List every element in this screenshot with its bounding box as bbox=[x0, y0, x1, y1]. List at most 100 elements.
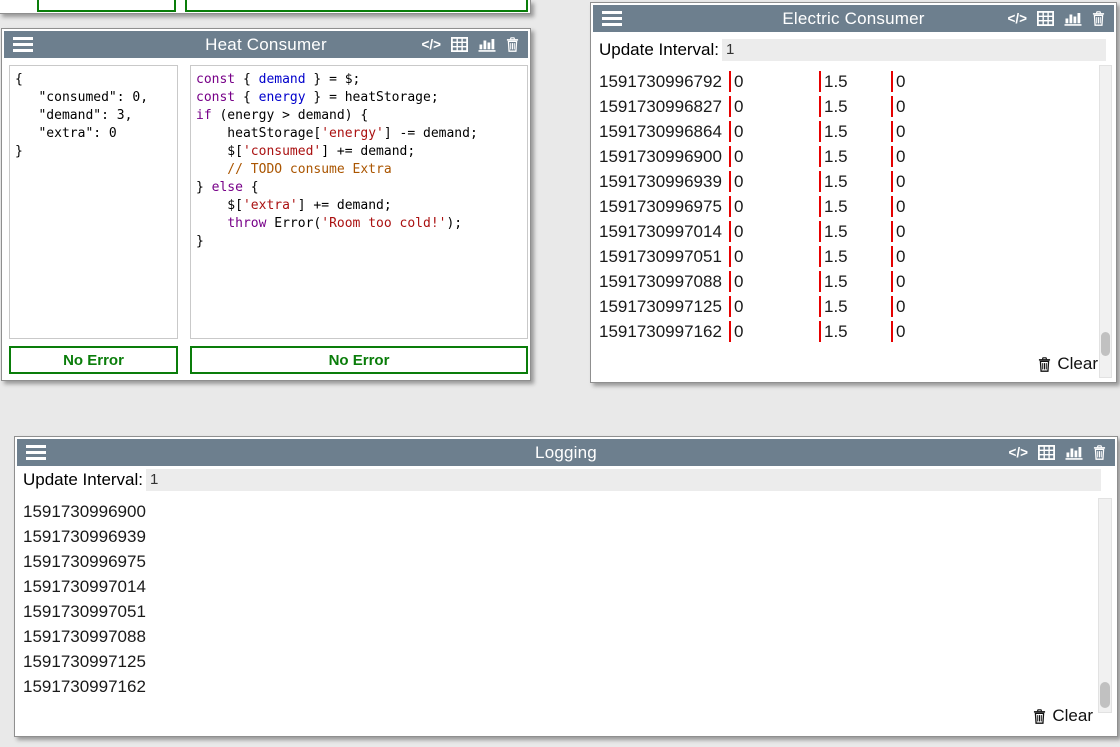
table-row: 159173099693901.50 bbox=[599, 169, 1094, 194]
value-cell: 0 bbox=[891, 246, 1094, 267]
value-cell: 1.5 bbox=[819, 321, 891, 342]
json-line: "extra": 0 bbox=[15, 125, 177, 143]
log-list: 1591730996900159173099693915917309969751… bbox=[23, 499, 146, 699]
panel-cutoff-top: No Error No Error bbox=[0, 0, 531, 14]
status-badge-label: No Error bbox=[187, 0, 526, 3]
scrollbar-thumb[interactable] bbox=[1101, 332, 1110, 356]
table-icon[interactable] bbox=[1038, 445, 1055, 460]
table-icon[interactable] bbox=[1037, 11, 1054, 26]
value-cell: 1.5 bbox=[819, 196, 891, 217]
status-badge-json: No Error bbox=[9, 346, 178, 374]
value-cell: 1.5 bbox=[819, 146, 891, 167]
code-line: heatStorage['energy'] -= demand; bbox=[196, 125, 527, 143]
code-line: const { energy } = heatStorage; bbox=[196, 89, 527, 107]
value-cell: 0 bbox=[729, 296, 819, 317]
timestamp-cell: 1591730996975 bbox=[599, 196, 729, 217]
value-cell: 1.5 bbox=[819, 71, 891, 92]
value-cell: 0 bbox=[729, 96, 819, 117]
clear-button[interactable]: Clear bbox=[1038, 354, 1098, 374]
value-cell: 0 bbox=[891, 321, 1094, 342]
status-badge-code: No Error bbox=[190, 346, 528, 374]
value-cell: 1.5 bbox=[819, 121, 891, 142]
value-cell: 0 bbox=[729, 221, 819, 242]
code-editor[interactable]: const { demand } = $;const { energy } = … bbox=[190, 65, 528, 339]
panel-heat-consumer: Heat Consumer </> { "consumed": 0, "dema… bbox=[1, 28, 531, 381]
menu-icon[interactable] bbox=[26, 445, 46, 461]
code-line: const { demand } = $; bbox=[196, 71, 527, 89]
scrollbar-thumb[interactable] bbox=[1100, 682, 1110, 708]
code-line: } bbox=[196, 233, 527, 251]
menu-icon[interactable] bbox=[13, 37, 33, 53]
panel-logging: Logging </> Update Interval: 15917309969… bbox=[14, 436, 1118, 737]
panel-header: Electric Consumer </> bbox=[593, 5, 1114, 32]
value-cell: 0 bbox=[891, 171, 1094, 192]
value-cell: 1.5 bbox=[819, 271, 891, 292]
clear-button[interactable]: Clear bbox=[1033, 706, 1093, 726]
chart-icon[interactable] bbox=[1064, 11, 1082, 26]
code-icon[interactable]: </> bbox=[1007, 11, 1027, 26]
value-cell: 0 bbox=[729, 146, 819, 167]
json-line: "demand": 3, bbox=[15, 107, 177, 125]
value-cell: 0 bbox=[891, 221, 1094, 242]
chart-icon[interactable] bbox=[1065, 445, 1083, 460]
update-interval-label: Update Interval: bbox=[23, 470, 143, 490]
value-cell: 0 bbox=[891, 71, 1094, 92]
json-line: "consumed": 0, bbox=[15, 89, 177, 107]
clear-button-label: Clear bbox=[1057, 354, 1098, 374]
value-cell: 0 bbox=[891, 296, 1094, 317]
value-cell: 0 bbox=[729, 321, 819, 342]
log-row: 1591730996939 bbox=[23, 524, 146, 549]
panel-electric-consumer: Electric Consumer </> Update Interval: 1… bbox=[590, 2, 1117, 383]
json-line: { bbox=[15, 71, 177, 89]
code-icon[interactable]: </> bbox=[421, 37, 441, 52]
table-row: 159173099701401.50 bbox=[599, 219, 1094, 244]
code-line: $['extra'] += demand; bbox=[196, 197, 527, 215]
table-row: 159173099708801.50 bbox=[599, 269, 1094, 294]
json-line: } bbox=[15, 143, 177, 161]
log-row: 1591730997014 bbox=[23, 574, 146, 599]
value-cell: 0 bbox=[891, 121, 1094, 142]
code-line: // TODO consume Extra bbox=[196, 161, 527, 179]
scrollbar-track[interactable] bbox=[1098, 498, 1112, 713]
timestamp-cell: 1591730997125 bbox=[599, 296, 729, 317]
update-interval-label: Update Interval: bbox=[599, 40, 719, 60]
value-cell: 0 bbox=[729, 121, 819, 142]
value-cell: 1.5 bbox=[819, 296, 891, 317]
menu-icon[interactable] bbox=[602, 11, 622, 27]
trash-icon[interactable] bbox=[1093, 445, 1106, 460]
value-cell: 0 bbox=[729, 71, 819, 92]
code-line: } else { bbox=[196, 179, 527, 197]
status-badge-label: No Error bbox=[39, 0, 174, 3]
log-row: 1591730997051 bbox=[23, 599, 146, 624]
value-cell: 1.5 bbox=[819, 96, 891, 117]
code-line: $['consumed'] += demand; bbox=[196, 143, 527, 161]
log-row: 1591730997162 bbox=[23, 674, 146, 699]
value-cell: 0 bbox=[729, 271, 819, 292]
timestamp-cell: 1591730997162 bbox=[599, 321, 729, 342]
timestamp-cell: 1591730997014 bbox=[599, 221, 729, 242]
chart-icon[interactable] bbox=[478, 37, 496, 52]
trash-icon[interactable] bbox=[1092, 11, 1105, 26]
data-table: 159173099679201.50159173099682701.501591… bbox=[599, 69, 1094, 344]
panel-header: Heat Consumer </> bbox=[4, 31, 528, 58]
value-cell: 0 bbox=[729, 246, 819, 267]
panel-title: Logging bbox=[17, 443, 1115, 463]
scrollbar-track[interactable] bbox=[1099, 65, 1112, 378]
status-badge: No Error bbox=[37, 0, 176, 12]
table-row: 159173099712501.50 bbox=[599, 294, 1094, 319]
code-icon[interactable]: </> bbox=[1008, 445, 1028, 460]
code-line: throw Error('Room too cold!'); bbox=[196, 215, 527, 233]
update-interval-input[interactable] bbox=[722, 39, 1106, 61]
value-cell: 0 bbox=[891, 146, 1094, 167]
value-cell: 1.5 bbox=[819, 246, 891, 267]
panel-header: Logging </> bbox=[17, 439, 1115, 466]
value-cell: 1.5 bbox=[819, 221, 891, 242]
trash-icon[interactable] bbox=[506, 37, 519, 52]
timestamp-cell: 1591730996900 bbox=[599, 146, 729, 167]
timestamp-cell: 1591730997051 bbox=[599, 246, 729, 267]
log-row: 1591730996975 bbox=[23, 549, 146, 574]
update-interval-input[interactable] bbox=[146, 469, 1101, 491]
table-icon[interactable] bbox=[451, 37, 468, 52]
json-editor[interactable]: { "consumed": 0, "demand": 3, "extra": 0… bbox=[9, 65, 178, 339]
value-cell: 0 bbox=[891, 96, 1094, 117]
